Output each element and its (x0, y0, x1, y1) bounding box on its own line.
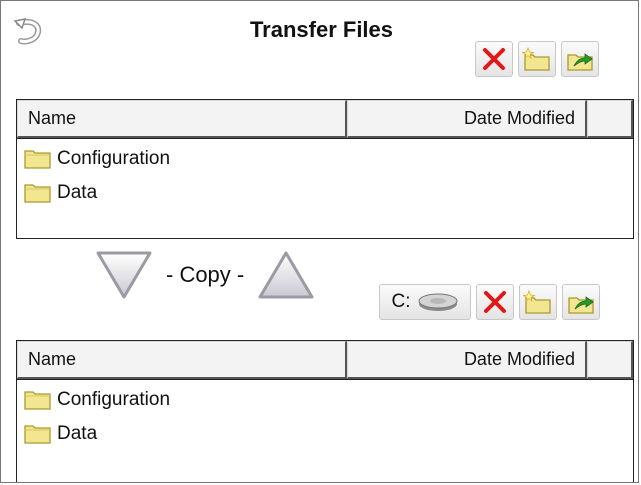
delete-button[interactable] (476, 284, 514, 320)
new-folder-button[interactable] (519, 284, 557, 320)
file-name: Configuration (57, 389, 171, 410)
copy-up-icon[interactable] (256, 249, 316, 301)
drive-label: C: (391, 291, 411, 312)
list-item[interactable]: Configuration (17, 383, 633, 417)
top-file-list-header: Name Date Modified (17, 100, 633, 139)
file-name: Configuration (57, 148, 171, 169)
page-title: Transfer Files (249, 17, 394, 42)
list-item[interactable]: Data (17, 176, 633, 210)
up-folder-button[interactable] (562, 284, 600, 320)
list-item[interactable]: Data (17, 417, 633, 451)
copy-label: - Copy - (166, 262, 245, 287)
column-header-name[interactable]: Name (17, 341, 347, 379)
delete-button[interactable] (475, 41, 513, 77)
bottom-file-list: Name Date Modified Configuration Data (16, 340, 634, 482)
column-header-date-modified[interactable]: Date Modified (347, 100, 587, 138)
column-header-date-modified[interactable]: Date Modified (347, 341, 587, 379)
file-name: Data (57, 182, 98, 203)
hard-drive-icon (418, 293, 457, 311)
up-folder-icon (567, 53, 593, 71)
up-folder-button[interactable] (561, 41, 599, 77)
file-name: Data (57, 423, 98, 444)
top-toolbar (475, 41, 599, 77)
new-folder-icon (523, 289, 551, 314)
bottom-toolbar: C: (379, 284, 600, 320)
column-header-name[interactable]: Name (17, 100, 347, 138)
new-folder-icon (522, 46, 550, 71)
folder-icon (24, 184, 51, 203)
folder-icon (24, 391, 51, 410)
up-folder-icon (568, 296, 594, 314)
top-file-list: Name Date Modified Configuration Data (16, 99, 634, 239)
folder-icon (24, 150, 51, 169)
column-header-filler (587, 100, 633, 138)
new-folder-button[interactable] (518, 41, 556, 77)
copy-down-icon[interactable] (94, 249, 154, 301)
delete-icon (483, 48, 505, 70)
transfer-files-window: Transfer Files Name Date Modified Config… (0, 0, 639, 483)
copy-controls: - Copy - (94, 249, 316, 301)
bottom-file-list-header: Name Date Modified (17, 341, 633, 380)
column-header-filler (587, 341, 633, 379)
folder-icon (24, 425, 51, 444)
drive-select-button[interactable]: C: (379, 284, 471, 320)
delete-icon (484, 291, 506, 313)
list-item[interactable]: Configuration (17, 142, 633, 176)
